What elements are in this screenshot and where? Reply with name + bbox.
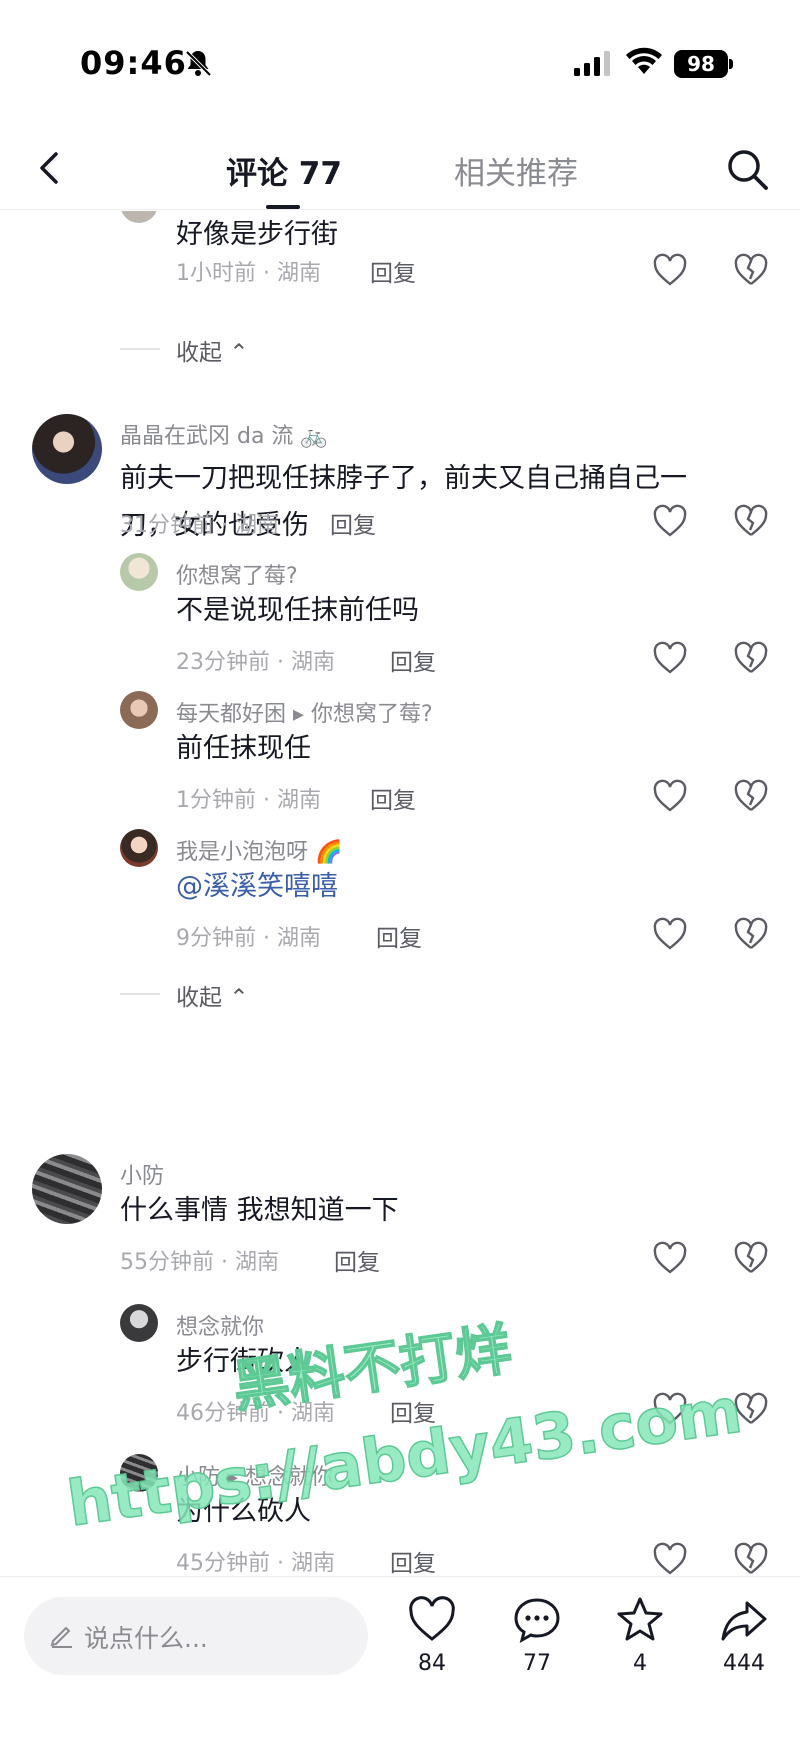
favorite-button[interactable]: 4	[600, 1595, 680, 1676]
dislike-broken-heart-icon[interactable]	[733, 641, 769, 675]
like-heart-icon[interactable]	[652, 779, 688, 813]
reply-button[interactable]: 回复	[370, 254, 416, 288]
status-bar: 09:46 98	[0, 0, 800, 130]
collapse-divider	[120, 348, 160, 350]
dislike-broken-heart-icon[interactable]	[733, 253, 769, 287]
like-heart-icon[interactable]	[652, 641, 688, 675]
favorite-count: 4	[633, 1651, 647, 1676]
avatar[interactable]	[120, 691, 158, 729]
comment-meta: 45分钟前 · 湖南	[176, 1551, 335, 1576]
share-count: 444	[723, 1651, 765, 1676]
share-arrow-icon	[721, 1601, 767, 1641]
reply-button[interactable]: 回复	[390, 1544, 436, 1576]
status-time: 09:46	[80, 44, 187, 82]
heart-icon	[409, 1596, 455, 1641]
bottom-action-bar: 说点什么... 84 77 4 444	[0, 1576, 800, 1741]
dislike-broken-heart-icon[interactable]	[733, 779, 769, 813]
dislike-broken-heart-icon[interactable]	[733, 1542, 769, 1576]
pencil-icon	[50, 1626, 72, 1648]
cellular-signal-icon	[574, 51, 610, 76]
comment-meta: 31分钟前 · 湖南	[120, 513, 279, 538]
comment-input[interactable]: 说点什么...	[24, 1597, 368, 1675]
collapse-replies-button[interactable]: 收起 ⌃	[176, 333, 249, 367]
like-heart-icon[interactable]	[652, 917, 688, 951]
reply-button[interactable]: 回复	[376, 919, 422, 953]
like-heart-icon[interactable]	[652, 504, 688, 538]
comment-bubble-icon	[514, 1598, 560, 1643]
mention-link[interactable]: @溪溪笑嘻嘻	[176, 859, 338, 915]
tab-related[interactable]: 相关推荐	[454, 148, 578, 193]
avatar[interactable]	[120, 553, 158, 591]
comment-meta: 23分钟前 · 湖南	[176, 650, 335, 675]
avatar[interactable]	[32, 414, 102, 484]
like-heart-icon[interactable]	[652, 253, 688, 287]
comment-meta: 55分钟前 · 湖南	[120, 1250, 279, 1275]
comment-text: 不是说现任抹前任吗	[176, 595, 419, 626]
reply-button[interactable]: 回复	[330, 506, 376, 540]
watermark-line-2: https://abdy43.com	[63, 1374, 746, 1541]
like-heart-icon[interactable]	[652, 1542, 688, 1576]
reply-button[interactable]: 回复	[334, 1243, 380, 1277]
tab-comments[interactable]: 评论 77	[226, 148, 342, 193]
like-count: 84	[418, 1651, 446, 1676]
collapse-replies-button[interactable]: 收起 ⌃	[176, 978, 249, 1012]
active-tab-indicator	[266, 205, 300, 209]
like-heart-icon[interactable]	[652, 1241, 688, 1275]
comment-count: 77	[523, 1651, 551, 1676]
comment-list[interactable]: 好像是步行街 1小时前 · 湖南 回复 收起 ⌃ 晶晶在武冈 da 流 🚲 前夫…	[0, 211, 800, 1576]
back-arrow-icon[interactable]	[34, 148, 64, 188]
battery-level: 98	[674, 50, 728, 78]
bell-muted-icon	[185, 50, 212, 77]
comment-meta: 1分钟前 · 湖南	[176, 788, 321, 813]
dislike-broken-heart-icon[interactable]	[733, 1241, 769, 1275]
share-button[interactable]: 444	[704, 1595, 784, 1676]
reply-button[interactable]: 回复	[390, 643, 436, 677]
comment-meta: 1小时前 · 湖南	[176, 261, 321, 286]
comment-meta: 9分钟前 · 湖南	[176, 926, 321, 951]
comment-button[interactable]: 77	[497, 1595, 577, 1676]
dislike-broken-heart-icon[interactable]	[733, 504, 769, 538]
battery-tip	[729, 59, 733, 69]
commenter-name[interactable]: 晶晶在武冈 da 流 🚲	[120, 418, 328, 450]
collapse-divider	[120, 993, 160, 995]
reply-button[interactable]: 回复	[370, 781, 416, 815]
comment-text: 什么事情 我想知道一下	[120, 1195, 399, 1226]
comment-input-placeholder: 说点什么...	[84, 1624, 208, 1653]
dislike-broken-heart-icon[interactable]	[733, 917, 769, 951]
watermark-line-1: 黑料不打烊	[229, 1317, 515, 1420]
like-button[interactable]: 84	[392, 1595, 472, 1676]
avatar[interactable]	[120, 829, 158, 867]
avatar[interactable]	[32, 1154, 102, 1224]
watermark: 黑料不打烊 https://abdy43.com	[62, 1316, 747, 1541]
star-icon	[617, 1597, 663, 1641]
comment-text: 前任抹现任	[176, 733, 311, 764]
wifi-icon	[626, 47, 662, 74]
search-icon[interactable]	[724, 146, 770, 192]
comments-header: 评论 77 相关推荐	[0, 130, 800, 210]
avatar[interactable]	[120, 211, 158, 223]
